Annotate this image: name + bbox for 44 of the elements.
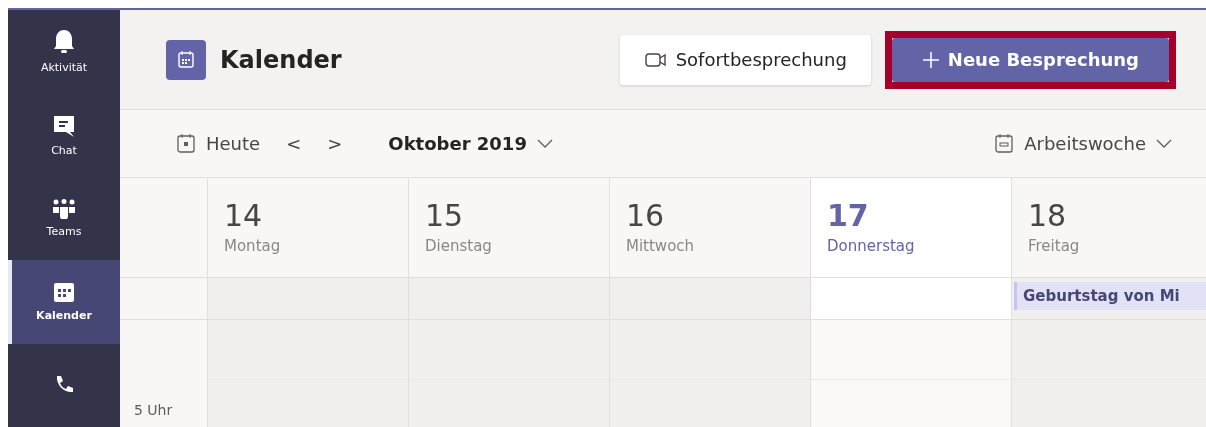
all-day-cell[interactable] (811, 278, 1012, 320)
day-header[interactable]: 17 Donnerstag (811, 178, 1012, 278)
day-number: 15 (425, 198, 465, 233)
day-header[interactable]: 18 Freitag (1012, 178, 1206, 278)
people-icon (52, 199, 76, 219)
page-title: Kalender (220, 45, 343, 74)
day-number: 17 (827, 198, 870, 233)
next-button[interactable]: > (321, 133, 349, 154)
sidebar-item[interactable]: Teams (8, 176, 120, 261)
weekday-label: Montag (224, 237, 282, 255)
sidebar-item[interactable]: Aktivität (8, 10, 120, 94)
new-meeting-button[interactable]: Neue Besprechung (891, 37, 1169, 82)
all-day-cell[interactable] (409, 278, 610, 320)
calendar-event[interactable]: Geburtstag von Mi (1014, 282, 1206, 310)
calendar-app-icon (166, 39, 206, 80)
plus-icon (921, 50, 940, 69)
day-header[interactable]: 14 Montag (208, 178, 409, 278)
chat-icon (53, 113, 75, 138)
calendar-icon (53, 281, 75, 304)
time-label: 5 Uhr (134, 402, 173, 418)
all-day-cell[interactable] (208, 278, 409, 320)
previous-button[interactable]: < (280, 133, 308, 154)
weekday-label: Freitag (1028, 237, 1081, 255)
bell-icon (53, 29, 75, 56)
sidebar-item[interactable]: Chat (8, 93, 120, 177)
all-day-cell[interactable]: Geburtstag von Mi (1012, 278, 1206, 320)
weekday-label: Donnerstag (827, 237, 916, 255)
day-header[interactable]: 15 Dienstag (409, 178, 610, 278)
calendar-icon (994, 132, 1015, 155)
weekday-label: Dienstag (425, 237, 493, 255)
day-header[interactable]: 16 Mittwoch (610, 178, 811, 278)
meet-now-button[interactable]: Sofortbesprechung (619, 34, 871, 85)
month-dropdown[interactable]: Oktober 2019 (382, 133, 559, 154)
day-number: 14 (224, 198, 264, 233)
day-number: 16 (626, 198, 666, 233)
chevron-down-icon (536, 138, 553, 149)
weekday-label: Mittwoch (626, 237, 696, 255)
view-dropdown[interactable]: Arbeitswoche (988, 132, 1178, 155)
sidebar-item[interactable]: Kalender (8, 260, 120, 344)
day-number: 18 (1028, 198, 1068, 233)
calendar-today-icon (176, 132, 196, 155)
chevron-down-icon (1156, 138, 1172, 149)
all-day-cell[interactable] (610, 278, 811, 320)
today-button[interactable]: Heute (170, 132, 267, 155)
